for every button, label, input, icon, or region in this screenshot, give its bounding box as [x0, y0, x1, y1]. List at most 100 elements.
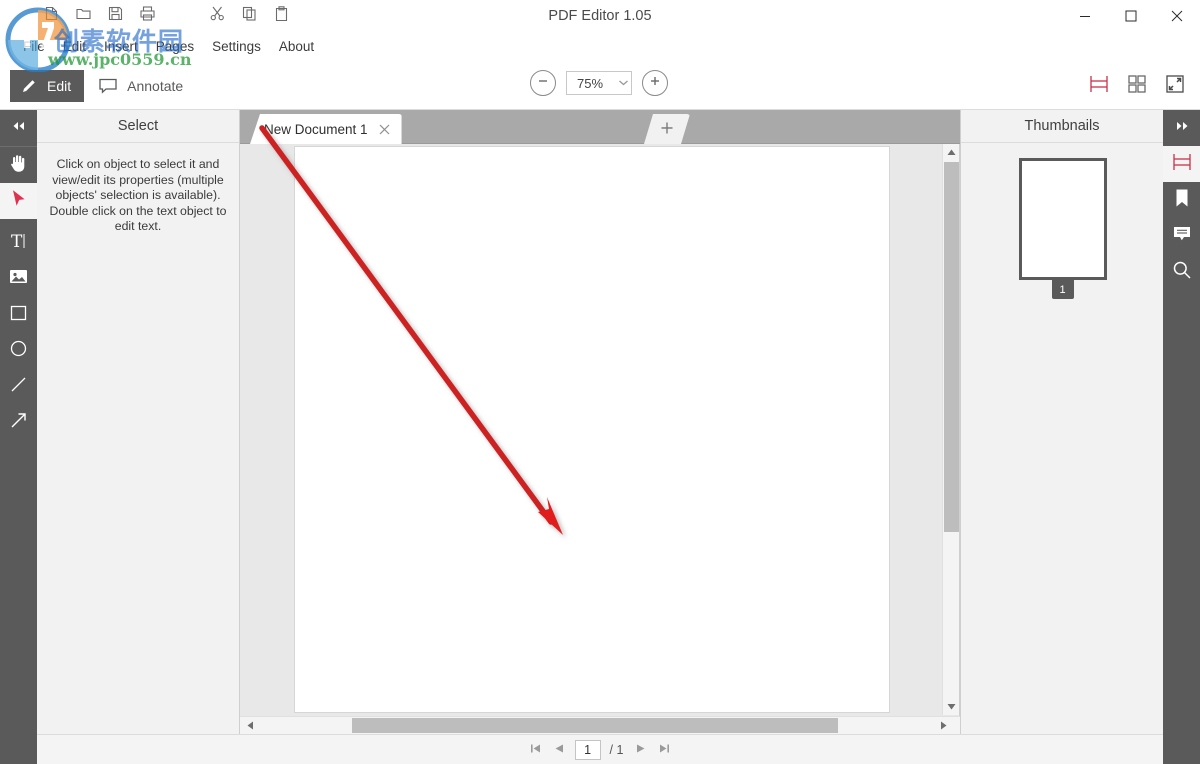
horizontal-scrollbar[interactable]: [240, 716, 960, 734]
left-tool-rail: T: [0, 110, 37, 764]
continuous-view-icon: [1088, 73, 1110, 100]
scroll-up-button[interactable]: [943, 144, 960, 161]
rectangle-tool-button[interactable]: [0, 297, 37, 333]
open-file-button[interactable]: [70, 3, 96, 29]
chevron-down-icon: [615, 80, 631, 86]
continuous-view-button[interactable]: [1082, 70, 1116, 102]
ellipse-tool-button[interactable]: [0, 333, 37, 369]
vertical-scroll-thumb[interactable]: [944, 162, 959, 532]
minus-icon: [536, 74, 550, 93]
search-panel-button[interactable]: [1163, 254, 1200, 290]
last-page-button[interactable]: [656, 741, 673, 759]
thumbnail-page-preview[interactable]: [1018, 158, 1107, 280]
first-page-icon: [530, 741, 541, 759]
zoom-out-button[interactable]: [530, 70, 556, 96]
arrow-tool-icon: [9, 411, 28, 435]
page-navigation-bar: 1 / 1: [37, 734, 1163, 764]
edit-mode-button[interactable]: Edit: [10, 70, 85, 102]
pages-panel-button[interactable]: [1163, 146, 1200, 182]
scroll-right-button[interactable]: [935, 717, 952, 734]
print-button[interactable]: [134, 3, 160, 29]
paste-button[interactable]: [268, 3, 294, 29]
comments-panel-button[interactable]: [1163, 218, 1200, 254]
menu-item-pages[interactable]: Pages: [147, 36, 203, 57]
total-pages-label: / 1: [609, 742, 624, 757]
thumbnail-item[interactable]: 1: [1018, 158, 1107, 299]
menu-item-edit[interactable]: Edit: [54, 36, 95, 57]
text-tool-button[interactable]: T: [0, 225, 37, 261]
paste-icon: [273, 5, 290, 27]
pages-panel-icon: [1171, 151, 1193, 178]
bookmarks-panel-button[interactable]: [1163, 182, 1200, 218]
plus-icon: [648, 74, 662, 93]
expand-panel-button[interactable]: [1163, 110, 1200, 146]
hand-tool-icon: [9, 153, 28, 178]
window-controls: [1062, 0, 1200, 32]
grid-view-button[interactable]: [1120, 70, 1154, 102]
search-panel-icon: [1172, 260, 1192, 285]
scroll-left-button[interactable]: [242, 717, 259, 734]
edit-mode-label: Edit: [47, 78, 72, 94]
thumbnails-panel: Thumbnails 1: [960, 110, 1163, 734]
zoom-level-select[interactable]: 75%: [566, 71, 632, 95]
line-tool-button[interactable]: [0, 369, 37, 405]
previous-page-icon: [554, 741, 564, 759]
menu-item-insert[interactable]: Insert: [95, 36, 147, 57]
view-mode-buttons: [1082, 70, 1192, 102]
annotate-mode-label: Annotate: [127, 78, 184, 94]
zoom-in-button[interactable]: [642, 70, 668, 96]
new-tab-button[interactable]: [644, 114, 690, 144]
next-page-button[interactable]: [632, 741, 649, 759]
expand-panel-icon: [1174, 119, 1190, 137]
close-button[interactable]: [1154, 0, 1200, 32]
first-page-button[interactable]: [527, 741, 544, 759]
save-button[interactable]: [102, 3, 128, 29]
menu-item-file[interactable]: File: [14, 36, 54, 57]
print-icon: [139, 5, 156, 27]
close-tab-button[interactable]: [378, 122, 392, 136]
copy-button[interactable]: [236, 3, 262, 29]
previous-page-button[interactable]: [551, 741, 568, 759]
rectangle-tool-icon: [9, 304, 28, 327]
grid-view-icon: [1126, 73, 1148, 100]
minimize-icon: [1079, 10, 1091, 22]
svg-text:T: T: [11, 232, 23, 251]
last-page-icon: [659, 741, 670, 759]
comments-panel-icon: [1172, 225, 1192, 248]
hand-tool-button[interactable]: [0, 147, 37, 183]
collapse-panel-button[interactable]: [0, 110, 37, 146]
minimize-button[interactable]: [1062, 0, 1108, 32]
tool-properties-panel: Select Click on object to select it and …: [37, 110, 240, 734]
maximize-button[interactable]: [1108, 0, 1154, 32]
close-icon: [1171, 10, 1183, 22]
cut-icon: [209, 5, 226, 27]
zoom-level-value: 75%: [576, 75, 604, 91]
save-icon: [107, 5, 124, 27]
cut-button[interactable]: [204, 3, 230, 29]
arrow-tool-button[interactable]: [0, 405, 37, 441]
document-canvas-area[interactable]: [240, 144, 960, 734]
annotate-mode-button[interactable]: Annotate: [88, 70, 196, 102]
thumbnail-page-number: 1: [1051, 280, 1074, 299]
plus-icon: [660, 121, 674, 138]
pdf-page[interactable]: [294, 146, 890, 713]
select-tool-button[interactable]: [0, 183, 37, 219]
collapse-panel-icon: [11, 119, 27, 137]
new-file-button[interactable]: [38, 3, 64, 29]
menu-item-about[interactable]: About: [270, 36, 323, 57]
thumbnails-panel-title: Thumbnails: [961, 110, 1163, 143]
image-tool-button[interactable]: [0, 261, 37, 297]
menu-item-settings[interactable]: Settings: [203, 36, 270, 57]
pencil-icon: [20, 77, 38, 95]
quick-access-toolbar: [38, 2, 294, 30]
current-page-input[interactable]: 1: [574, 739, 601, 760]
fullscreen-button[interactable]: [1158, 70, 1192, 102]
open-folder-icon: [75, 5, 92, 27]
copy-icon: [241, 5, 258, 27]
menu-bar: File Edit Insert Pages Settings About: [0, 32, 1200, 60]
document-tab[interactable]: New Document 1: [250, 114, 402, 144]
scroll-down-button[interactable]: [943, 698, 960, 715]
horizontal-scroll-thumb[interactable]: [352, 718, 838, 733]
vertical-scrollbar[interactable]: [942, 144, 959, 715]
comment-bubble-icon: [98, 77, 118, 95]
